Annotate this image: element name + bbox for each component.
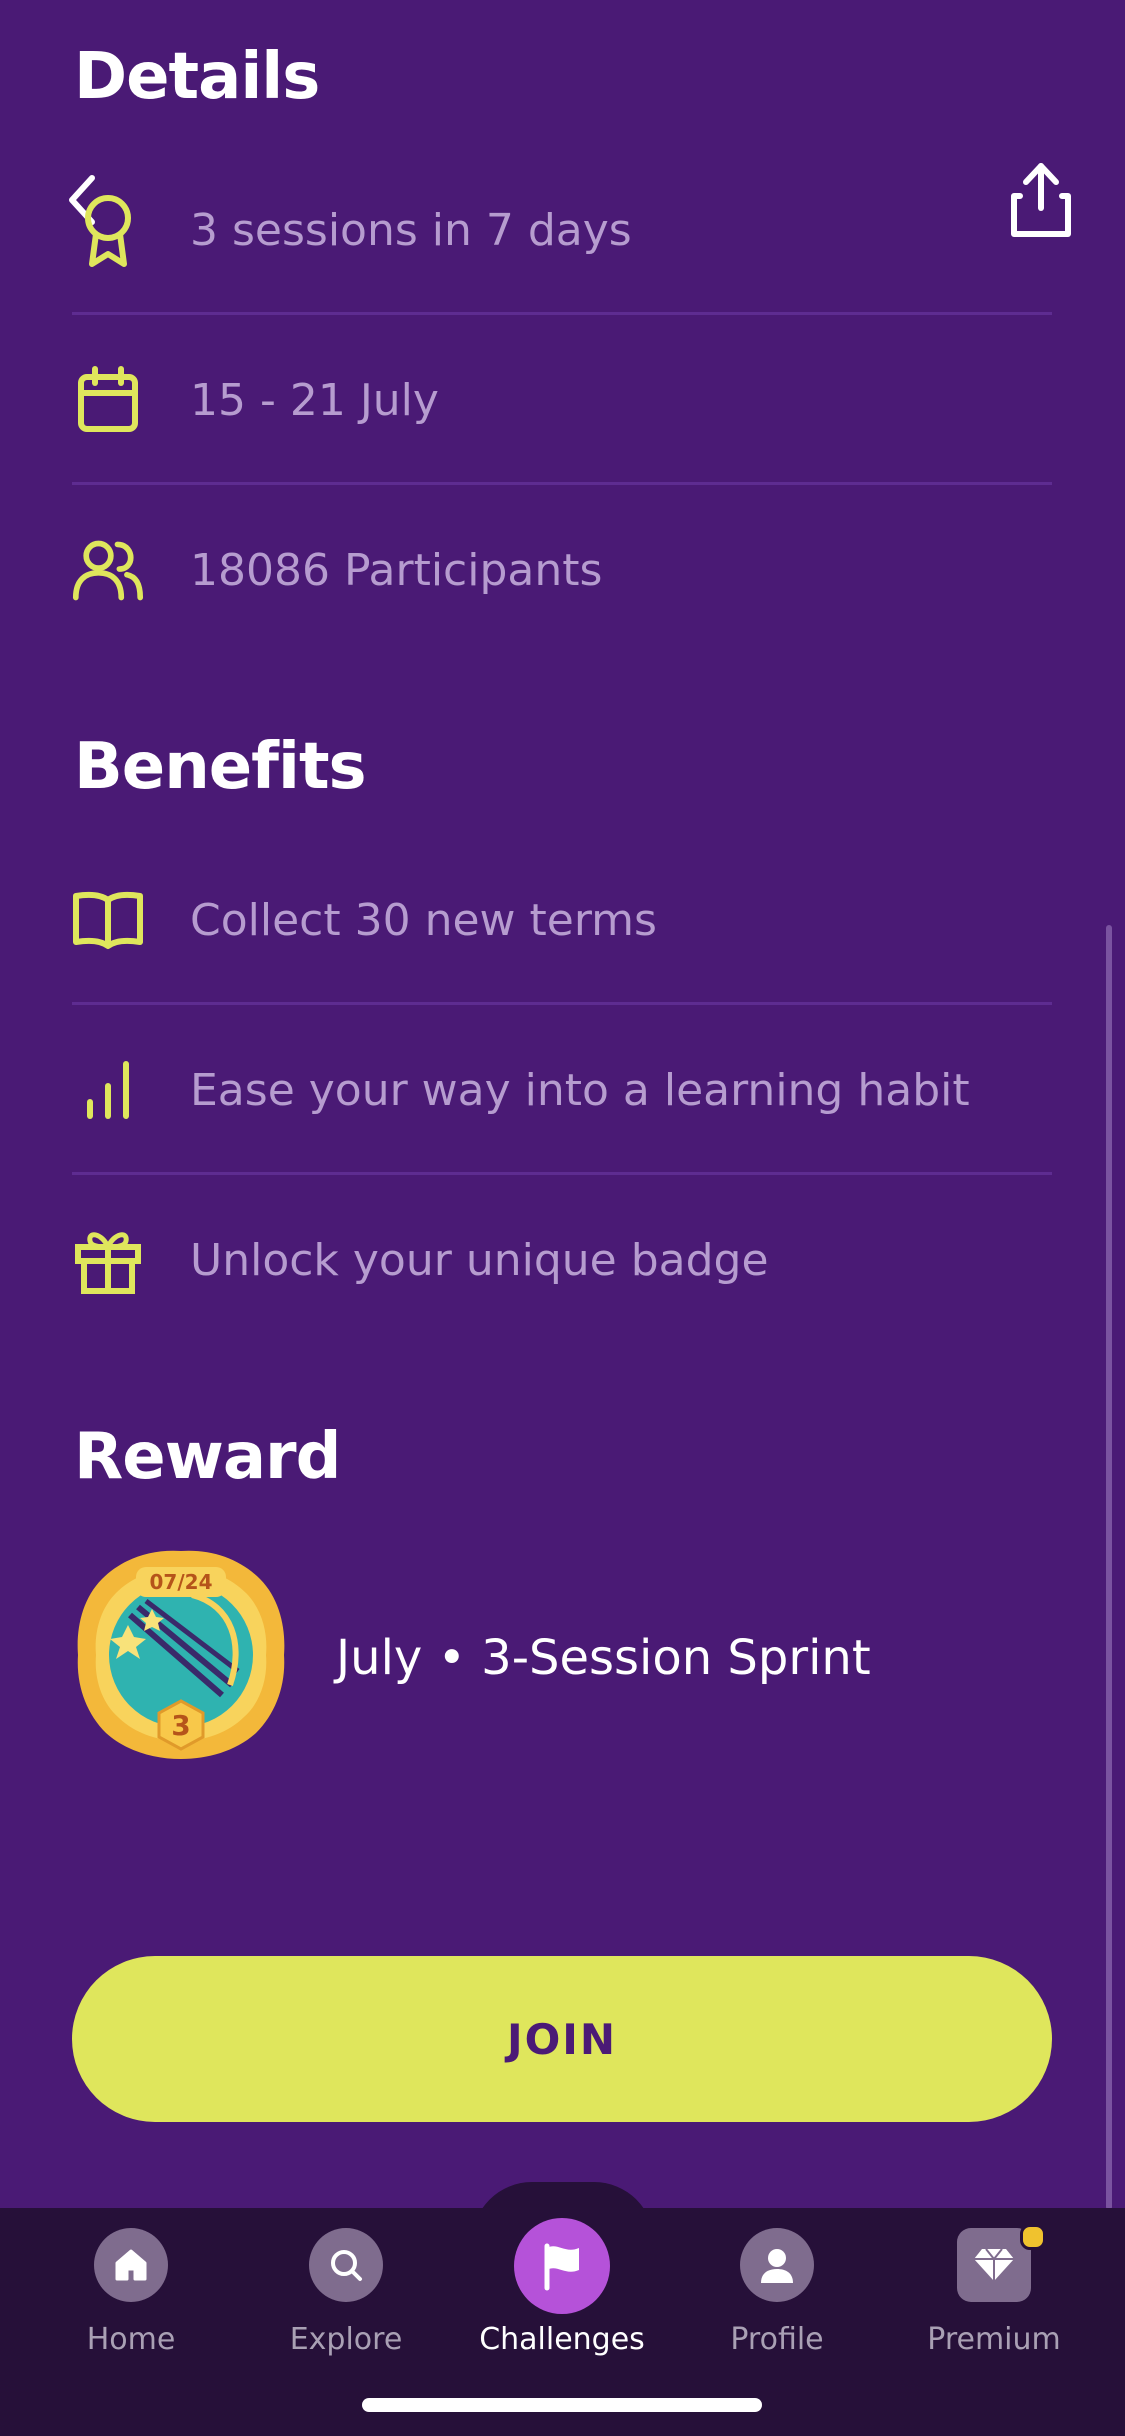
participants-icon xyxy=(72,530,144,610)
tab-label: Explore xyxy=(289,2322,403,2357)
benefit-row-terms: Collect 30 new terms xyxy=(72,835,1052,1005)
home-indicator xyxy=(362,2398,762,2412)
bar-chart-icon xyxy=(72,1050,144,1130)
scrollbar[interactable] xyxy=(1106,925,1112,2210)
benefit-text: Ease your way into a learning habit xyxy=(190,1064,970,1116)
tab-label: Challenges xyxy=(479,2322,645,2357)
gift-icon xyxy=(72,1220,144,1300)
details-title: Details xyxy=(74,40,320,114)
tab-label: Home xyxy=(86,2322,176,2357)
tab-home[interactable]: Home xyxy=(31,2228,231,2358)
profile-icon xyxy=(740,2228,814,2302)
detail-row-participants: 18086 Participants xyxy=(72,485,1052,655)
benefit-row-habit: Ease your way into a learning habit xyxy=(72,1005,1052,1175)
tab-label: Premium xyxy=(927,2322,1061,2357)
tab-label: Profile xyxy=(730,2322,824,2357)
reward-badge: 07/24 3 xyxy=(72,1545,290,1765)
search-icon xyxy=(309,2228,383,2302)
benefits-title: Benefits xyxy=(74,730,367,804)
join-button[interactable]: JOIN xyxy=(72,1956,1052,2122)
book-icon xyxy=(72,880,144,960)
detail-text: 18086 Participants xyxy=(190,544,603,596)
sprint-badge-icon: 07/24 3 xyxy=(77,1550,285,1759)
reward-title: Reward xyxy=(74,1420,341,1494)
tab-explore[interactable]: Explore xyxy=(246,2228,446,2358)
badge-date: 07/24 xyxy=(150,1570,213,1594)
flag-icon xyxy=(514,2218,610,2314)
award-ribbon-icon xyxy=(72,190,144,270)
detail-text: 15 - 21 July xyxy=(190,374,439,426)
detail-row-dates: 15 - 21 July xyxy=(72,315,1052,485)
benefit-row-badge: Unlock your unique badge xyxy=(72,1175,1052,1345)
detail-text: 3 sessions in 7 days xyxy=(190,204,632,256)
benefit-text: Collect 30 new terms xyxy=(190,894,657,946)
home-icon xyxy=(94,2228,168,2302)
premium-notification-dot xyxy=(1020,2224,1046,2250)
tab-challenges[interactable]: Challenges xyxy=(462,2218,662,2358)
tab-profile[interactable]: Profile xyxy=(677,2228,877,2358)
reward-name: July • 3-Session Sprint xyxy=(336,1630,871,1686)
benefit-text: Unlock your unique badge xyxy=(190,1234,769,1286)
detail-row-sessions: 3 sessions in 7 days xyxy=(72,145,1052,315)
calendar-icon xyxy=(72,360,144,440)
tab-premium[interactable]: Premium xyxy=(894,2228,1094,2358)
badge-number: 3 xyxy=(171,1709,190,1742)
